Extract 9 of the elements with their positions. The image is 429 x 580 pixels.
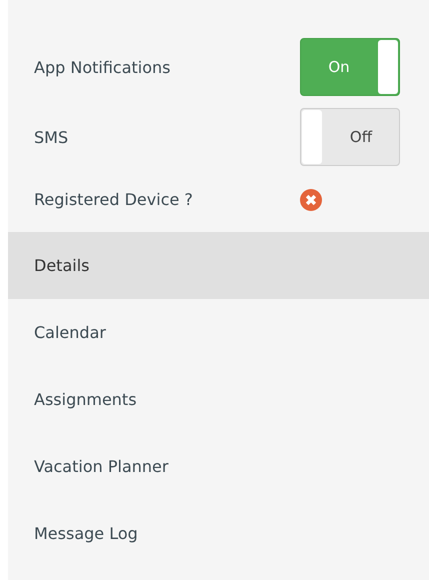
setting-label: Registered Device ? [34, 190, 194, 209]
toggle-switch[interactable]: Off [300, 108, 400, 166]
menu-item[interactable]: Details [8, 232, 429, 299]
menu-item[interactable]: Assignments [8, 366, 429, 433]
menu-item[interactable]: Calendar [8, 299, 429, 366]
setting-label: App Notifications [34, 58, 172, 76]
menu-item[interactable]: Vacation Planner [8, 433, 429, 500]
setting-label: SMS [34, 128, 70, 146]
menu-item[interactable]: Message Log [8, 500, 429, 567]
